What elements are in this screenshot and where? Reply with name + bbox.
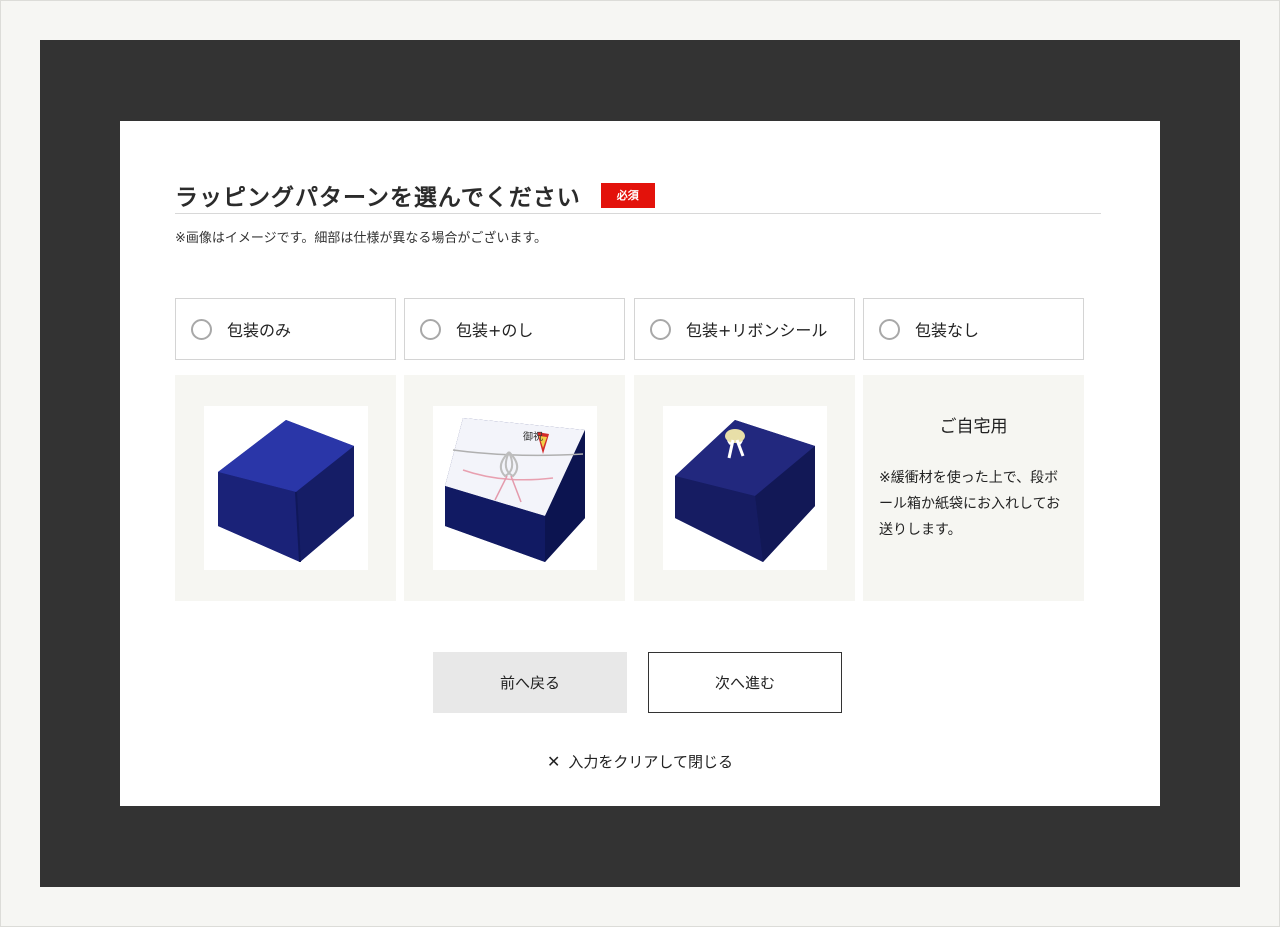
noshi-box-image: 御祝 [433,406,597,570]
radio-button[interactable] [650,318,671,340]
radio-button[interactable] [191,318,212,340]
option-cards: 御祝 ご自宅用 ※緩衝材を使った上で、段ボール箱か紙袋にお入れしてお送りします。 [175,375,1085,601]
option-label: 包装のみ [227,321,292,340]
wrapped-box-image [204,406,368,570]
home-use-title: ご自宅用 [939,417,1008,437]
title-row: ラッピングパターンを選んでください 必須 [175,177,1101,213]
option-label: 包装+リボンシール [686,321,828,340]
card-wrap-ribbon [634,375,855,601]
option-wrap-ribbon[interactable]: 包装+リボンシール [634,298,855,360]
noshi-text: 御祝 [523,430,543,443]
image-note: ※画像はイメージです。細部は仕様が異なる場合がございます。 [175,231,548,246]
title-divider [175,213,1101,214]
home-use-description: ※緩衝材を使った上で、段ボール箱か紙袋にお入れしてお送りします。 [879,470,1061,538]
next-button[interactable]: 次へ進む [648,652,842,713]
card-wrap-noshi: 御祝 [404,375,625,601]
card-wrap-only [175,375,396,601]
option-no-wrap[interactable]: 包装なし [863,298,1084,360]
card-no-wrap: ご自宅用 ※緩衝材を使った上で、段ボール箱か紙袋にお入れしてお送りします。 [863,375,1084,601]
ribbon-box-image [663,406,827,570]
option-wrap-noshi[interactable]: 包装+のし [404,298,625,360]
radio-button[interactable] [879,318,900,340]
wrapping-modal: ラッピングパターンを選んでください 必須 ※画像はイメージです。細部は仕様が異な… [120,121,1160,806]
option-label: 包装なし [915,321,980,340]
back-button[interactable]: 前へ戻る [433,652,627,713]
required-badge: 必須 [600,182,655,208]
wrapping-options: 包装のみ 包装+のし 包装+リボンシール 包装なし [175,298,1085,360]
option-label: 包装+のし [456,321,534,340]
close-icon: ✕ [547,752,561,771]
clear-and-close-link[interactable]: ✕ 入力をクリアして閉じる [120,751,1160,772]
modal-title: ラッピングパターンを選んでください [175,185,581,211]
option-wrap-only[interactable]: 包装のみ [175,298,396,360]
radio-button[interactable] [420,318,441,340]
clear-link-label: 入力をクリアして閉じる [568,753,733,771]
